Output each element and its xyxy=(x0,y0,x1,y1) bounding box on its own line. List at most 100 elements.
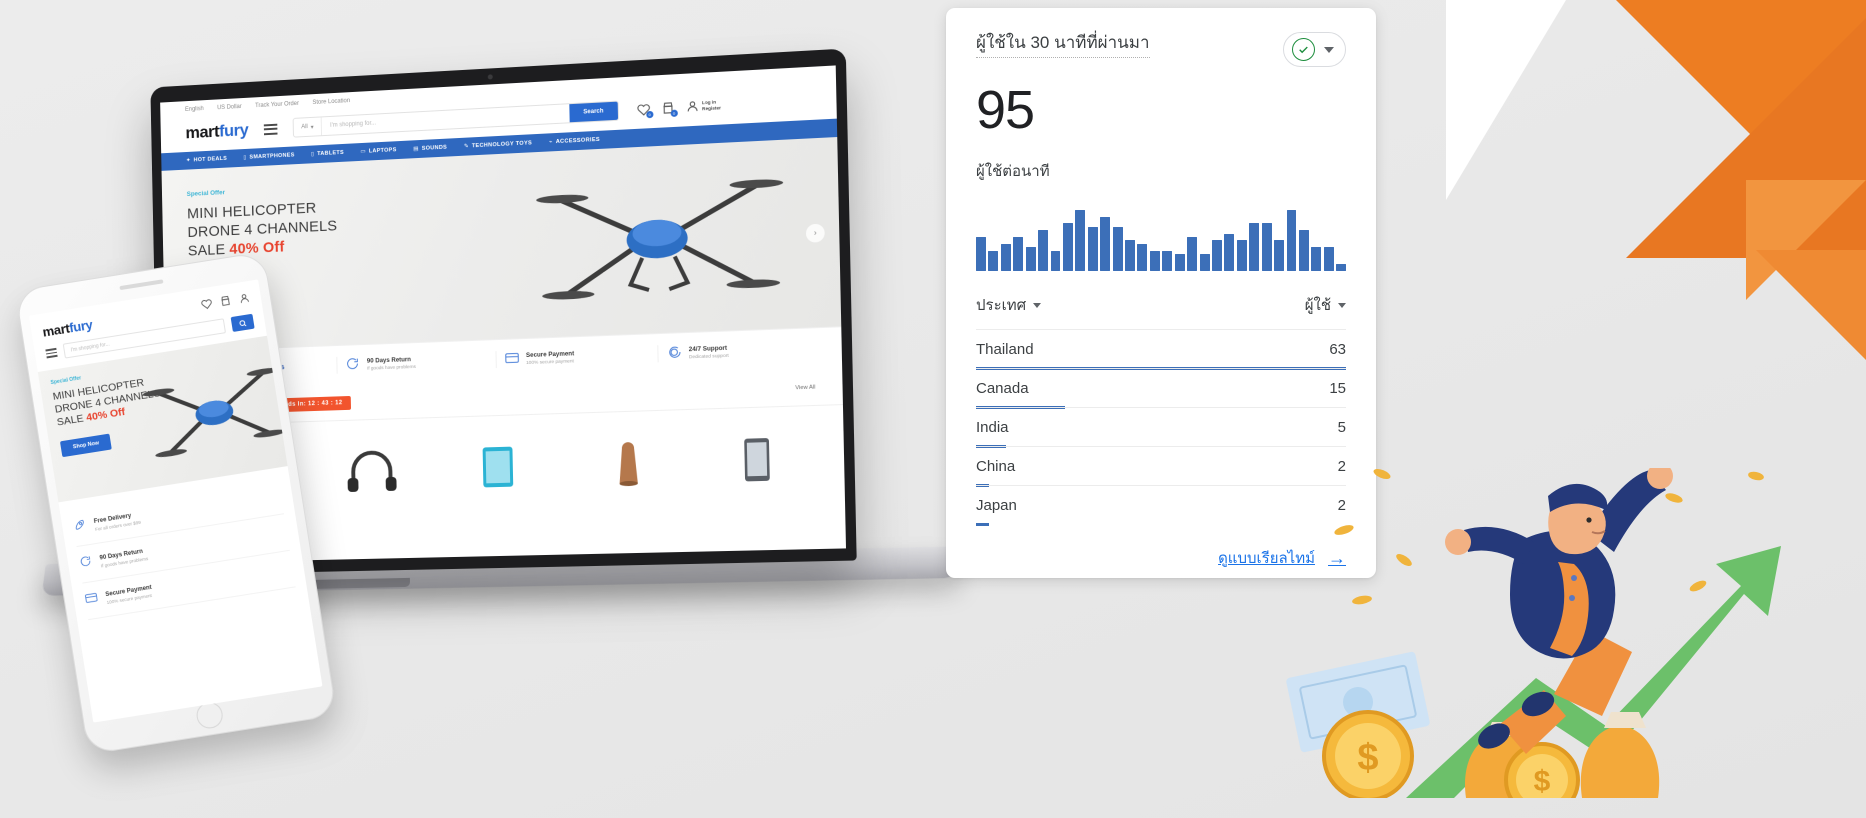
sparkline-bar xyxy=(1323,247,1334,271)
column-header-country-label: ประเทศ xyxy=(976,297,1027,314)
topbar-link-language[interactable]: English xyxy=(185,106,204,113)
active-users-count: 95 xyxy=(976,80,1035,140)
tablet-icon: ▯ xyxy=(310,151,315,158)
phone-icon: ▯ xyxy=(243,154,247,161)
topbar-link-store-location[interactable]: Store Location xyxy=(312,98,350,106)
nav-item-sounds[interactable]: ▤ SOUNDS xyxy=(413,145,447,153)
product-card[interactable] xyxy=(695,420,817,485)
column-header-country[interactable]: ประเทศ xyxy=(976,293,1042,317)
logo-part-mart: mart xyxy=(185,121,220,143)
hamburger-icon[interactable] xyxy=(45,347,58,359)
search-category-select[interactable]: All ▾ xyxy=(293,117,323,137)
tools-icon: ✎ xyxy=(463,143,469,150)
speaker-product-icon xyxy=(618,441,638,487)
nav-label-accessories: ACCESSORIES xyxy=(555,136,601,146)
phone-site-logo[interactable]: martfury xyxy=(41,316,93,339)
sparkline-bar xyxy=(1038,230,1049,271)
svg-text:$: $ xyxy=(1357,737,1378,779)
page-canvas: SHOPPING CENTER: (88) 1800 133 456 Engli… xyxy=(0,0,1866,818)
column-header-users-label: ผู้ใช้ xyxy=(1304,297,1331,314)
search-category-value: All xyxy=(301,124,308,131)
nav-label-laptops: LAPTOPS xyxy=(368,147,397,155)
wishlist-count-badge: 0 xyxy=(646,110,654,118)
sparkline-bar xyxy=(1087,226,1098,271)
country-share-bar xyxy=(976,522,989,526)
nav-label-tablets: TABLETS xyxy=(317,149,344,158)
site-logo[interactable]: martfury xyxy=(185,120,248,143)
feature-24-7-support: 24/7 Support Dedicated support xyxy=(658,339,823,362)
account-link[interactable]: Log in Register xyxy=(686,98,721,115)
sparkline-bar xyxy=(1112,226,1123,271)
country-name: India xyxy=(976,419,1009,436)
sparkline-bar xyxy=(1249,223,1260,271)
phone-search-button[interactable] xyxy=(230,313,255,332)
sparkline-bar xyxy=(1212,240,1222,271)
nav-item-technology-toys[interactable]: ✎ TECHNOLOGY TOYS xyxy=(464,140,532,149)
nav-item-accessories[interactable]: ⌁ ACCESSORIES xyxy=(549,137,600,146)
country-user-count: 5 xyxy=(1337,419,1346,436)
status-dropdown-pill[interactable] xyxy=(1283,32,1346,67)
sparkline-bar xyxy=(1075,209,1086,271)
sparkline-bar xyxy=(1336,264,1347,271)
table-row[interactable]: Thailand 63 xyxy=(976,329,1346,370)
register-label: Register xyxy=(702,105,721,112)
sparkline-bar xyxy=(976,237,986,271)
search-input[interactable]: I'm shopping for... xyxy=(322,110,569,129)
hamburger-icon[interactable] xyxy=(263,123,278,135)
nav-item-laptops[interactable]: ▭ LAPTOPS xyxy=(360,147,396,155)
table-row[interactable]: India 5 xyxy=(976,407,1346,448)
sparkline-bar xyxy=(1025,247,1036,271)
topbar-link-track-order[interactable]: Track Your Order xyxy=(255,101,299,109)
nav-label-technology-toys: TECHNOLOGY TOYS xyxy=(471,140,533,150)
nav-item-hot-deals[interactable]: ✦ HOT DEALS xyxy=(186,156,227,164)
check-circle-icon xyxy=(1292,38,1315,61)
sparkline-bar xyxy=(1187,237,1198,271)
cart-icon[interactable] xyxy=(219,293,233,312)
country-user-count: 63 xyxy=(1329,341,1346,358)
cart-icon[interactable]: 0 xyxy=(661,101,678,117)
country-name: Canada xyxy=(976,380,1029,397)
search-button[interactable]: Search xyxy=(569,101,618,123)
sparkline-bar xyxy=(1174,254,1185,271)
feature-subtitle: 100% secure payment xyxy=(526,358,574,366)
sparkline-bar xyxy=(1162,250,1173,271)
column-header-users[interactable]: ผู้ใช้ xyxy=(1305,293,1346,317)
caret-down-icon xyxy=(1033,302,1042,308)
plug-icon: ⌁ xyxy=(548,139,553,146)
topbar-link-currency[interactable]: US Dollar xyxy=(217,104,242,111)
phone-shop-now-button[interactable]: Shop Now xyxy=(59,433,113,457)
table-row[interactable]: Canada 15 xyxy=(976,368,1346,409)
sparkline-bar xyxy=(1236,240,1247,271)
card-icon xyxy=(504,350,519,368)
sparkline-bar xyxy=(1149,250,1160,271)
sparkline-bar xyxy=(1013,237,1024,271)
heart-icon[interactable]: 0 xyxy=(637,102,654,118)
heart-icon[interactable] xyxy=(200,296,214,315)
users-per-minute-label: ผู้ใช้ต่อนาที xyxy=(976,163,1050,180)
sparkline-bar xyxy=(1050,250,1061,271)
sparkline-bar xyxy=(988,250,999,271)
nav-item-tablets[interactable]: ▯ TABLETS xyxy=(311,150,344,158)
laptop-icon: ▭ xyxy=(360,148,366,155)
product-card[interactable] xyxy=(439,428,557,491)
sparkline-bar xyxy=(1311,247,1322,271)
sparkline-bar xyxy=(1137,243,1148,271)
country-name: Thailand xyxy=(976,341,1034,358)
nav-item-smartphones[interactable]: ▯ SMARTPHONES xyxy=(243,152,294,160)
nav-label-sounds: SOUNDS xyxy=(421,144,448,152)
country-name: China xyxy=(976,458,1016,475)
user-icon[interactable] xyxy=(238,290,252,309)
user-icon xyxy=(686,99,700,115)
country-user-count: 15 xyxy=(1329,380,1346,397)
sparkline-bar xyxy=(1261,223,1272,271)
sparkline-bar xyxy=(1274,240,1285,271)
sparkline-bar xyxy=(1224,233,1235,271)
caret-down-icon[interactable] xyxy=(1324,46,1334,53)
deals-view-all-link[interactable]: View All xyxy=(795,384,815,391)
smartphone-product-icon xyxy=(744,438,770,482)
nav-label-smartphones: SMARTPHONES xyxy=(249,152,295,161)
product-card[interactable] xyxy=(566,424,686,488)
drone-image xyxy=(536,153,784,317)
card-header: ผู้ใช้ใน 30 นาทีที่ผ่านมา xyxy=(976,32,1346,67)
hero-next-arrow-icon[interactable]: › xyxy=(805,223,825,243)
